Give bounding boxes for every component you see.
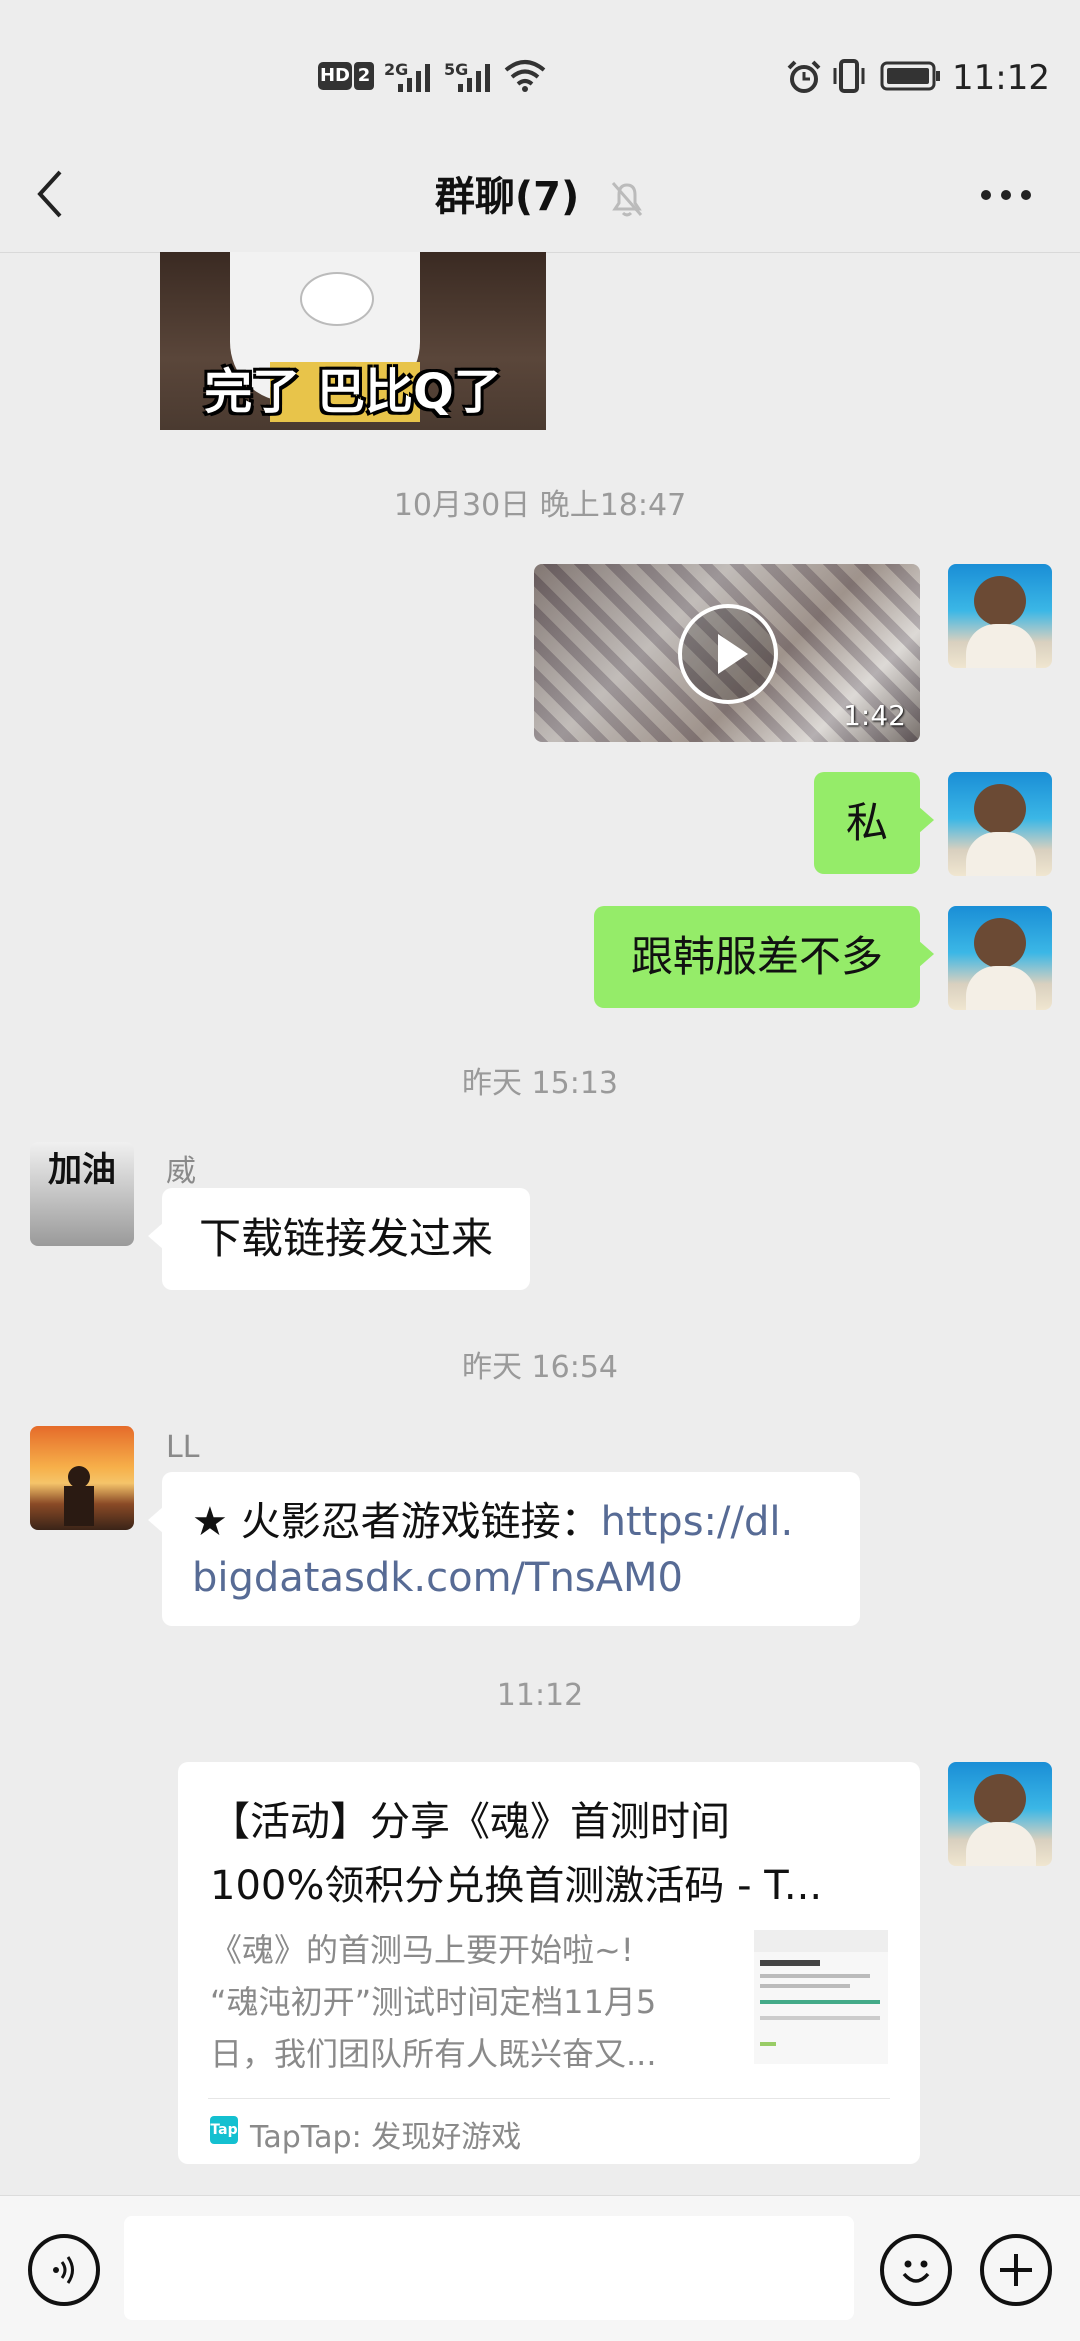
wifi-icon	[504, 60, 546, 92]
message-text: 下载链接发过来	[198, 1214, 493, 1263]
card-thumbnail	[754, 1930, 888, 2064]
avatar-head	[974, 1774, 1026, 1824]
sticker-cat-face	[300, 272, 374, 326]
thumb-line	[760, 2042, 776, 2046]
plus-icon	[1000, 2254, 1032, 2286]
video-duration: 1:42	[843, 699, 906, 732]
avatar-body	[966, 966, 1036, 1010]
sender-name: 威	[166, 1154, 196, 1189]
avatar-body	[966, 624, 1036, 668]
card-title: 【活动】分享《魂》首测时间 100%领积分兑换首测激活码 - T...	[210, 1790, 822, 1918]
link-card[interactable]: 【活动】分享《魂》首测时间 100%领积分兑换首测激活码 - T... 《魂》的…	[178, 1762, 920, 2164]
message-input[interactable]	[124, 2216, 854, 2320]
vibrate-icon	[833, 59, 865, 93]
card-source: TapTap: 发现好游戏	[250, 2120, 522, 2155]
sticker-image[interactable]: 完了 巴比Q了	[160, 252, 546, 430]
more-options-icon[interactable]	[980, 188, 1032, 202]
avatar-body	[966, 1822, 1036, 1866]
my-message-bubble[interactable]: 跟韩服差不多	[594, 906, 934, 1008]
avatar-body	[966, 832, 1036, 876]
avatar-head	[974, 918, 1026, 968]
avatar-head	[974, 576, 1026, 626]
thumb-header	[754, 1930, 888, 1952]
message-link-continued[interactable]: bigdatasdk.com/TnsAM0	[192, 1555, 683, 1601]
wei-avatar[interactable]: 加油	[30, 1142, 134, 1246]
my-avatar[interactable]	[948, 1762, 1052, 1866]
message-text: 私	[845, 798, 888, 847]
card-desc-line3: 日，我们团队所有人既兴奋又...	[210, 2035, 657, 2073]
chat-header: 群聊(7)	[0, 140, 1080, 253]
emoji-button[interactable]	[880, 2234, 952, 2306]
voice-icon	[53, 2256, 74, 2284]
my-message-bubble[interactable]: 私	[814, 772, 934, 874]
sender-name: LL	[166, 1430, 200, 1465]
timestamp: 10月30日 晚上18:47	[393, 488, 687, 523]
status-bar: HD 2 2G 5G 11:12	[0, 0, 1080, 140]
thumb-line	[760, 2000, 880, 2004]
timestamp: 11:12	[496, 1678, 584, 1713]
thumb-line	[760, 1984, 850, 1988]
clock-time: 11:12	[952, 58, 1050, 98]
my-avatar[interactable]	[948, 906, 1052, 1010]
bubble-tail	[918, 806, 934, 834]
timestamp: 昨天 16:54	[462, 1350, 618, 1385]
card-title-line2: 100%领积分兑换首测激活码 - T...	[210, 1863, 823, 1909]
thumb-line	[760, 2016, 880, 2020]
card-description: 《魂》的首测马上要开始啦~! “魂沌初开”测试时间定档11月5 日，我们团队所有…	[210, 1924, 657, 2080]
mute-bell-icon	[612, 182, 643, 217]
signal-icon-2	[458, 64, 490, 92]
received-message-bubble[interactable]: 下载链接发过来	[148, 1188, 530, 1290]
sticker-caption: 完了 巴比Q了	[204, 364, 502, 420]
add-button[interactable]	[980, 2234, 1052, 2306]
card-desc-line2: “魂沌初开”测试时间定档11月5	[210, 1983, 657, 2021]
bubble-tail	[918, 940, 934, 968]
avatar-figure-body	[64, 1486, 94, 1526]
my-avatar[interactable]	[948, 772, 1052, 876]
play-icon[interactable]	[676, 602, 780, 706]
card-desc-line1: 《魂》的首测马上要开始啦~!	[210, 1931, 634, 1969]
avatar-figure-head	[68, 1466, 90, 1488]
message-text: ★ 火影忍者游戏链接：https://dl. bigdatasdk.com/Tn…	[192, 1494, 793, 1606]
input-bar	[0, 2195, 1080, 2341]
timestamp: 昨天 15:13	[462, 1066, 618, 1101]
message-prefix: ★ 火影忍者游戏链接：	[192, 1499, 601, 1545]
taptap-icon: Tap	[210, 2116, 238, 2144]
chat-title: 群聊(7)	[0, 164, 1080, 222]
received-message-bubble[interactable]: ★ 火影忍者游戏链接：https://dl. bigdatasdk.com/Tn…	[148, 1472, 860, 1626]
message-link[interactable]: https://dl.	[601, 1499, 794, 1545]
emoji-icon	[902, 2260, 930, 2283]
avatar-head	[974, 784, 1026, 834]
alarm-icon	[787, 60, 821, 93]
signal-icon-1	[398, 64, 430, 92]
thumb-line	[760, 1974, 870, 1978]
bubble-tail	[148, 1222, 164, 1250]
chat-title-text: 群聊(7)	[434, 174, 580, 220]
wei-avatar-text: 加油	[48, 1150, 116, 1190]
sim2-badge: 2	[354, 62, 374, 90]
voice-button[interactable]	[28, 2234, 100, 2306]
my-avatar[interactable]	[948, 564, 1052, 668]
thumb-line	[760, 1960, 820, 1966]
battery-icon	[880, 61, 940, 91]
ll-avatar[interactable]	[30, 1426, 134, 1530]
video-message[interactable]: 1:42	[534, 564, 920, 742]
card-title-line1: 【活动】分享《魂》首测时间	[210, 1799, 730, 1845]
card-divider	[208, 2098, 890, 2099]
hd-badge: HD	[318, 62, 352, 90]
bubble-tail	[148, 1506, 164, 1534]
message-text: 跟韩服差不多	[630, 932, 883, 981]
